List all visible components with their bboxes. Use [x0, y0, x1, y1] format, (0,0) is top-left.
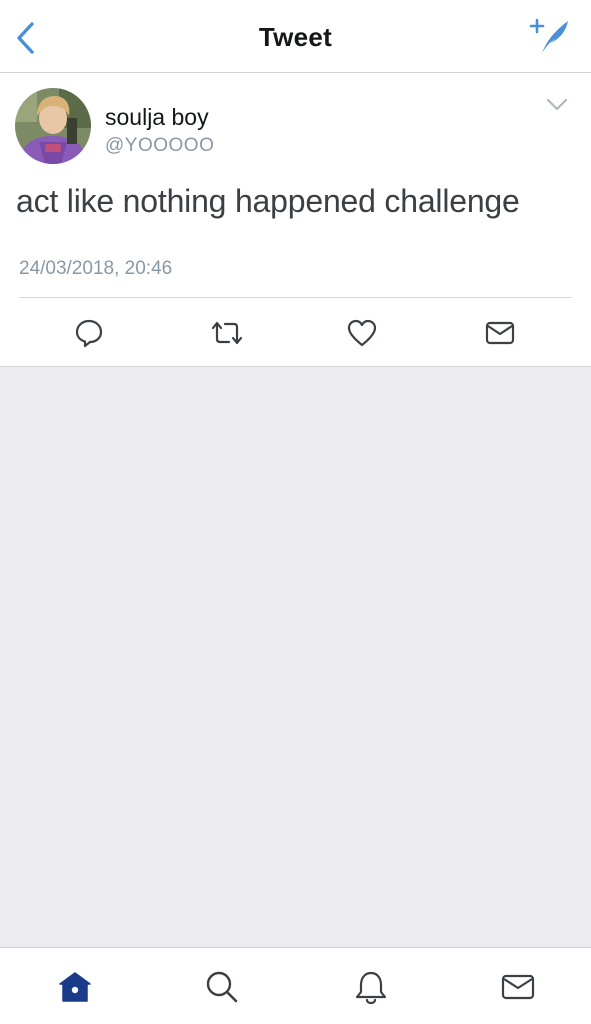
like-button[interactable] — [340, 313, 384, 353]
envelope-icon — [485, 321, 515, 345]
tab-search[interactable] — [197, 964, 247, 1010]
tab-notifications[interactable] — [346, 964, 396, 1010]
divider — [19, 297, 572, 298]
tweet-timestamp: 24/03/2018, 20:46 — [19, 258, 173, 279]
avatar[interactable] — [15, 88, 91, 164]
retweet-icon — [211, 321, 243, 345]
tab-bar — [0, 947, 591, 1024]
author-handle[interactable]: @YOOOOO — [105, 135, 214, 157]
author-name[interactable]: soulja boy — [105, 104, 209, 131]
compose-tweet-icon — [529, 18, 568, 53]
direct-message-button[interactable] — [478, 313, 522, 353]
tweet-card: soulja boy @YOOOOO act like nothing happ… — [0, 73, 591, 367]
heart-icon — [347, 319, 377, 347]
tab-messages[interactable] — [493, 964, 543, 1010]
retweet-button[interactable] — [205, 313, 249, 353]
tweet-actions — [0, 313, 591, 353]
tweet-menu-button[interactable] — [543, 95, 571, 115]
chevron-down-icon — [546, 98, 568, 111]
tweet-text: act like nothing happened challenge — [16, 183, 520, 219]
compose-tweet-button[interactable] — [527, 16, 573, 58]
bell-icon — [355, 971, 387, 1005]
reply-button[interactable] — [67, 313, 111, 353]
reply-icon — [75, 319, 103, 348]
navigation-bar: Tweet — [0, 0, 591, 73]
home-icon — [59, 972, 91, 1002]
search-icon — [206, 971, 238, 1003]
tab-home[interactable] — [50, 964, 100, 1010]
page-title: Tweet — [258, 22, 333, 52]
profile-avatar — [15, 88, 91, 164]
envelope-icon — [501, 974, 535, 1000]
